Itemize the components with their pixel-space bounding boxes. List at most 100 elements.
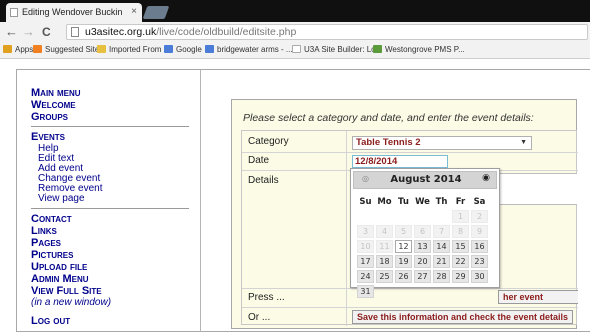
bookmark-u3a-site-builder[interactable]: U3A Site Builder: Lo... xyxy=(292,45,382,55)
sidebar-item-pages[interactable]: Pages xyxy=(31,237,61,249)
sidebar-item-contact[interactable]: Contact xyxy=(31,213,72,225)
bookmark-apps[interactable]: Apps xyxy=(3,45,33,55)
bookmark-westongrove[interactable]: Westongrove PMS P... xyxy=(373,45,465,55)
row-divider xyxy=(242,307,578,308)
suggested-sites-icon xyxy=(33,45,42,53)
details-textarea[interactable] xyxy=(498,173,577,205)
column-divider xyxy=(346,131,347,326)
back-icon[interactable]: ← xyxy=(5,24,18,40)
calendar-day[interactable]: 23 xyxy=(471,255,488,268)
calendar-day[interactable]: 19 xyxy=(395,255,412,268)
sidebar-item-log-out[interactable]: Log out xyxy=(31,315,70,327)
bookmark-google[interactable]: Google xyxy=(164,45,202,55)
calendar-body: 1 2 3 4 5 6 7 8 9 10 11 12 13 14 15 16 17 18 19 20 21 22 23 24 2… xyxy=(357,210,488,298)
bookmark-imported-from-ie[interactable]: Imported From IE xyxy=(97,45,171,55)
calendar-empty-cell xyxy=(433,285,450,298)
calendar-empty-cell xyxy=(395,210,412,223)
bookmarks-bar: Apps Suggested Sites Imported From IE Go… xyxy=(0,42,590,59)
sidebar-item-view-full-site[interactable]: View Full Site xyxy=(31,285,102,297)
url-host: u3asitec.org.uk xyxy=(85,26,157,38)
weekday-header: Th xyxy=(435,196,448,207)
calendar-day: 11 xyxy=(376,240,393,253)
sidebar-menu: Main menu Welcome Groups Events Help Edi… xyxy=(17,70,201,332)
category-value: Table Tennis 2 xyxy=(356,137,421,148)
calendar-day[interactable]: 14 xyxy=(433,240,450,253)
calendar-empty-cell xyxy=(376,210,393,223)
sidebar-item-links[interactable]: Links xyxy=(31,225,57,237)
calendar-empty-cell xyxy=(471,285,488,298)
chevron-down-icon: ▼ xyxy=(520,139,527,146)
forward-icon[interactable]: → xyxy=(22,24,35,40)
row-divider xyxy=(242,152,578,153)
browser-tab-strip: Editing Wendover Buckin × xyxy=(0,0,590,22)
calendar-day[interactable]: 26 xyxy=(395,270,412,283)
sidebar-item-admin-menu[interactable]: Admin Menu xyxy=(31,273,89,285)
calendar-day[interactable]: 12 xyxy=(395,240,412,253)
category-select[interactable]: Table Tennis 2 ▼ xyxy=(352,136,532,150)
calendar-week: 12 xyxy=(357,210,488,223)
save-event-button-label: her event xyxy=(503,292,544,302)
calendar-day[interactable]: 27 xyxy=(414,270,431,283)
calendar-empty-cell xyxy=(433,210,450,223)
reload-icon[interactable]: C xyxy=(42,24,51,40)
bookmark-label: Imported From IE xyxy=(109,45,172,54)
sidebar-item-welcome[interactable]: Welcome xyxy=(31,99,76,111)
calendar-day: 1 xyxy=(452,210,469,223)
press-label: Press ... xyxy=(248,292,285,303)
calendar-day[interactable]: 16 xyxy=(471,240,488,253)
bookmark-bridgewater-arms[interactable]: bridgewater arms - ... xyxy=(205,45,293,55)
calendar-day[interactable]: 30 xyxy=(471,270,488,283)
tab-close-icon[interactable]: × xyxy=(131,6,137,17)
date-input[interactable]: 12/8/2014 xyxy=(352,155,448,168)
date-picker-header: ◎ August 2014 ◉ xyxy=(353,171,497,189)
date-picker: ◎ August 2014 ◉ Su Mo Tu We Th Fr Sa 123… xyxy=(350,168,500,298)
sidebar-item-groups[interactable]: Groups xyxy=(31,111,68,123)
save-event-button[interactable]: her event xyxy=(498,290,578,304)
calendar-day: 8 xyxy=(452,225,469,238)
form-prompt: Please select a category and date, and e… xyxy=(243,112,534,124)
calendar-day: 7 xyxy=(433,225,450,238)
bookmark-label: Apps xyxy=(15,45,34,54)
sidebar-item-main-menu[interactable]: Main menu xyxy=(31,87,81,99)
calendar-day[interactable]: 20 xyxy=(414,255,431,268)
divider xyxy=(31,126,189,127)
google-icon xyxy=(164,45,173,53)
calendar-week: 10 11 12 13 14 15 16 xyxy=(357,240,488,253)
calendar-day[interactable]: 28 xyxy=(433,270,450,283)
calendar-day: 4 xyxy=(376,225,393,238)
calendar-day[interactable]: 17 xyxy=(357,255,374,268)
calendar-day[interactable]: 31 xyxy=(357,285,374,298)
weekday-header: Mo xyxy=(377,196,392,207)
calendar-day: 6 xyxy=(414,225,431,238)
save-and-check-button[interactable]: Save this information and check the even… xyxy=(352,310,574,324)
calendar-day[interactable]: 18 xyxy=(376,255,393,268)
calendar-day[interactable]: 25 xyxy=(376,270,393,283)
sidebar-item-view-page[interactable]: View page xyxy=(38,193,85,204)
sidebar-item-pictures[interactable]: Pictures xyxy=(31,249,73,261)
date-picker-title: August 2014 xyxy=(390,174,462,185)
calendar-day[interactable]: 24 xyxy=(357,270,374,283)
calendar-day: 2 xyxy=(471,210,488,223)
browser-tab[interactable]: Editing Wendover Buckin × xyxy=(6,3,142,22)
calendar-day[interactable]: 29 xyxy=(452,270,469,283)
bookmark-label: bridgewater arms - ... xyxy=(217,45,293,54)
calendar-day[interactable]: 21 xyxy=(433,255,450,268)
weekday-header: We xyxy=(415,196,430,207)
next-month-icon[interactable]: ◉ xyxy=(482,173,490,183)
calendar-day[interactable]: 22 xyxy=(452,255,469,268)
new-tab-button[interactable] xyxy=(142,6,170,19)
calendar-week: 3456789 xyxy=(357,225,488,238)
new-window-note: (in a new window) xyxy=(31,297,112,308)
calendar-day: 3 xyxy=(357,225,374,238)
calendar-day: 5 xyxy=(395,225,412,238)
calendar-day: 10 xyxy=(357,240,374,253)
tab-title: Editing Wendover Buckin xyxy=(22,7,123,17)
calendar-empty-cell xyxy=(357,210,374,223)
bookmark-suggested-sites[interactable]: Suggested Sites xyxy=(33,45,103,55)
bookmark-label: Google xyxy=(176,45,202,54)
sidebar-item-upload-file[interactable]: Upload file xyxy=(31,261,87,273)
address-bar[interactable]: u3asitec.org.uk/live/code/oldbuild/edits… xyxy=(66,24,588,40)
calendar-day[interactable]: 15 xyxy=(452,240,469,253)
bookmark-label: Westongrove PMS P... xyxy=(385,45,465,54)
calendar-day[interactable]: 13 xyxy=(414,240,431,253)
